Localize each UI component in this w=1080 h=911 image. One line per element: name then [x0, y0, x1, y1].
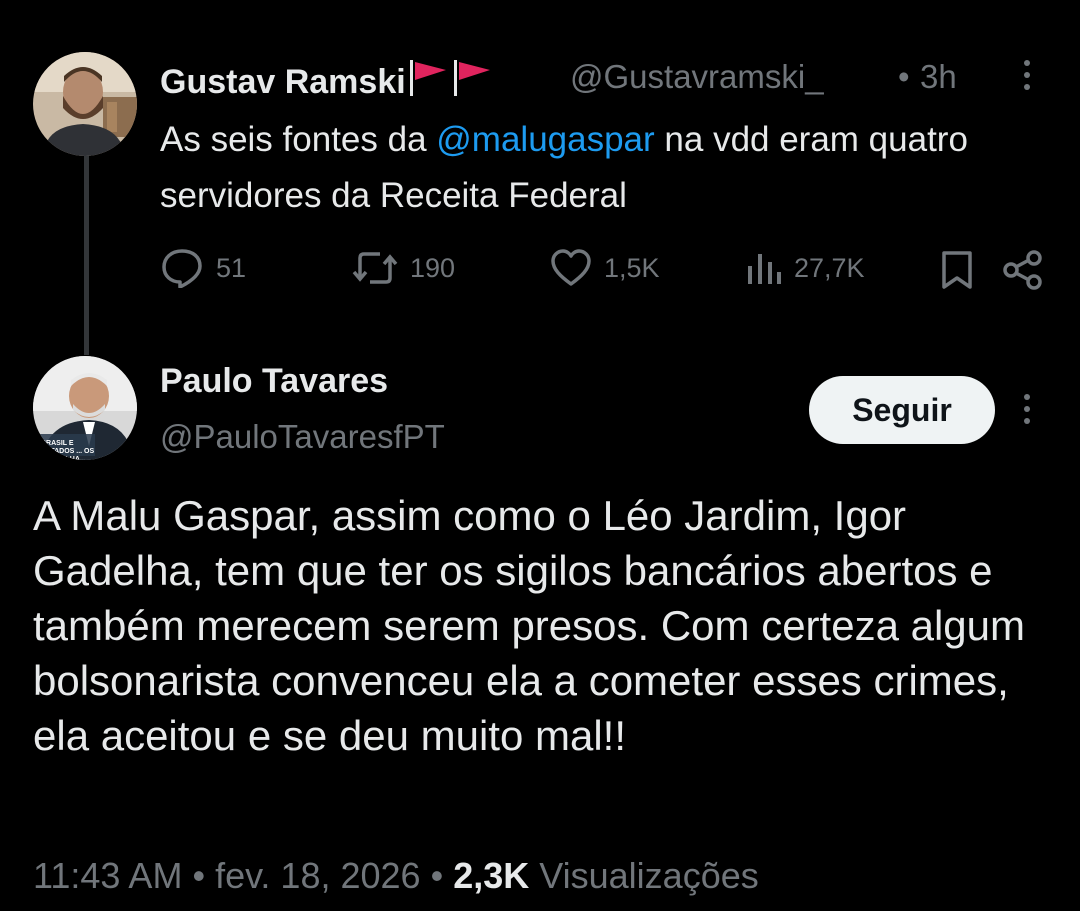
meta-separator: • — [430, 855, 444, 896]
follow-button[interactable]: Seguir — [809, 376, 995, 444]
views-count: 27,7K — [794, 252, 865, 283]
like-icon — [550, 248, 592, 288]
tweet2-date[interactable]: fev. 18, 2026 — [215, 855, 421, 896]
tweet1-text: As seis fontes da @malugaspar na vdd era… — [160, 112, 1040, 224]
tweet2-author-name[interactable]: Paulo Tavares — [160, 362, 388, 401]
tweet2-view-count: 2,3K — [453, 855, 530, 896]
reply-count: 51 — [216, 252, 247, 283]
meta-separator: • — [192, 855, 206, 896]
tweet2-view-label: Visualizações — [539, 855, 759, 896]
more-icon[interactable] — [1024, 394, 1032, 430]
tweet1-text-before: As seis fontes da — [160, 120, 437, 159]
repost-icon — [352, 248, 398, 288]
views-button[interactable]: 27,7K — [746, 248, 865, 288]
avatar-paulo-tavares[interactable]: BRASIL E ESTADOS ... OS TRABALHA... — [33, 356, 137, 460]
repost-button[interactable]: 190 — [352, 248, 455, 288]
repost-count: 190 — [410, 252, 456, 283]
views-icon — [746, 248, 782, 288]
tweet1-separator: • — [898, 58, 910, 95]
more-icon[interactable] — [1024, 60, 1032, 96]
tweet2-text: A Malu Gaspar, assim como o Léo Jardim, … — [33, 492, 1025, 759]
mention-link[interactable]: @malugaspar — [436, 120, 654, 159]
share-icon[interactable] — [1002, 250, 1044, 295]
flag-icon — [409, 58, 500, 105]
like-button[interactable]: 1,5K — [550, 248, 660, 288]
tweet1-timestamp[interactable]: 3h — [920, 58, 957, 96]
reply-icon — [160, 248, 204, 288]
avatar-gustav-ramski[interactable] — [33, 52, 137, 156]
thread-connector-line — [84, 150, 89, 355]
tweet2-handle[interactable]: @PauloTavaresfPT — [160, 418, 445, 456]
tweet2-time[interactable]: 11:43 AM — [33, 855, 182, 896]
reply-button[interactable]: 51 — [160, 248, 246, 288]
bookmark-icon[interactable] — [940, 250, 974, 295]
tweet2-metadata: 11:43 AM • fev. 18, 2026 • 2,3K Visualiz… — [33, 855, 759, 897]
avatar-caption: BRASIL E ESTADOS ... OS TRABALHA... — [41, 440, 95, 460]
author-name-text: Gustav Ramski — [160, 63, 406, 101]
tweet1-author-name[interactable]: Gustav Ramski — [160, 58, 500, 105]
tweet1-handle[interactable]: @Gustavramski_ — [570, 58, 824, 96]
like-count: 1,5K — [604, 252, 660, 283]
